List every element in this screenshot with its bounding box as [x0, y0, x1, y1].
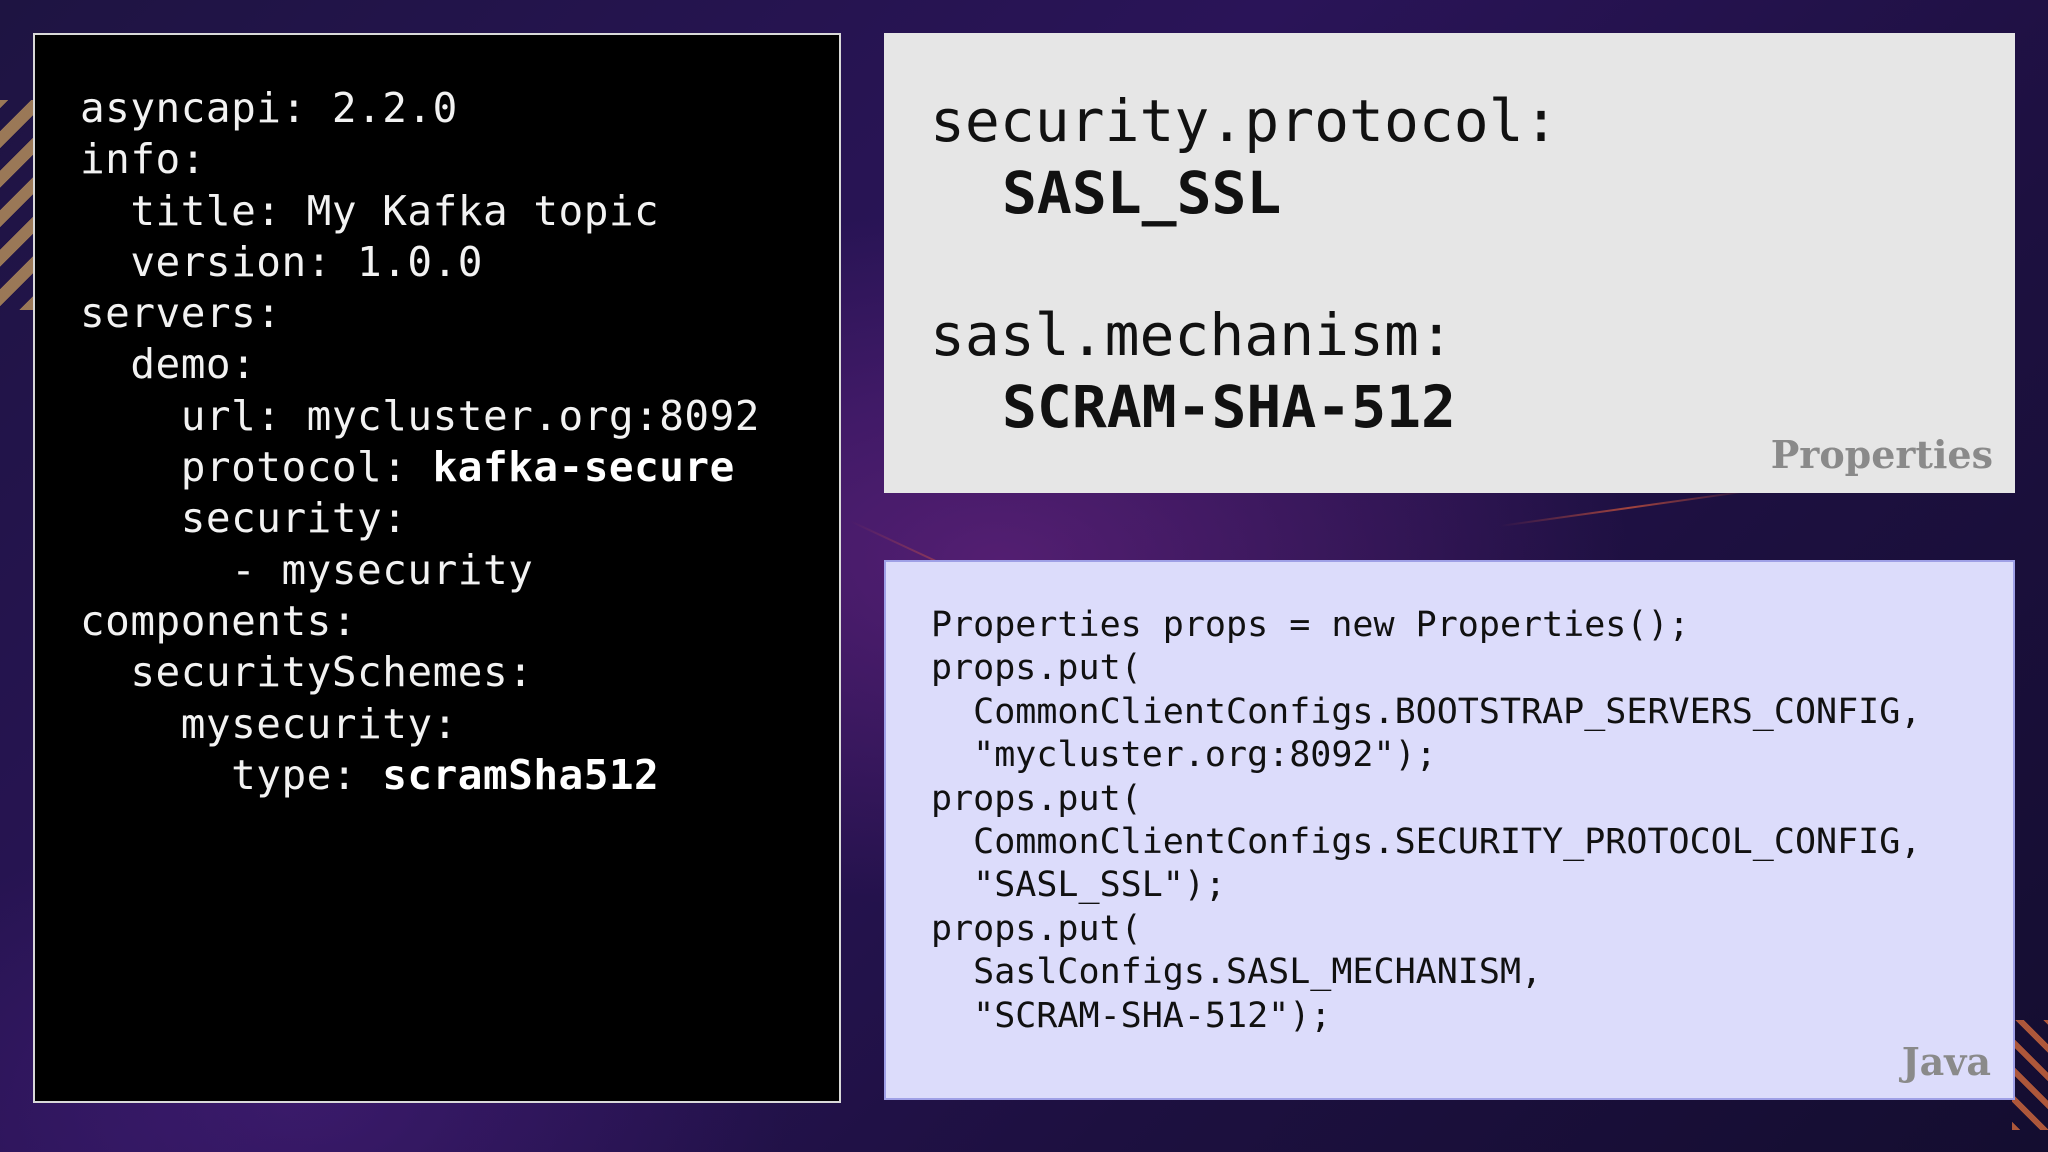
java-line: props.put(	[931, 908, 1142, 949]
yaml-line: securitySchemes:	[130, 648, 534, 697]
java-line: CommonClientConfigs.BOOTSTRAP_SERVERS_CO…	[931, 691, 1922, 732]
type-value: scramSha512	[382, 750, 660, 799]
yaml-line: - mysecurity	[231, 545, 534, 594]
decorative-line	[1499, 488, 1758, 527]
yaml-line: servers:	[80, 289, 282, 338]
asyncapi-yaml-panel: asyncapi: 2.2.0 info: title: My Kafka to…	[33, 33, 841, 1103]
java-line: "SCRAM-SHA-512");	[931, 995, 1332, 1036]
java-line: CommonClientConfigs.SECURITY_PROTOCOL_CO…	[931, 822, 1922, 863]
java-tag: Java	[1901, 1039, 1991, 1084]
yaml-line: mysecurity:	[180, 699, 458, 748]
java-line: props.put(	[931, 648, 1142, 689]
yaml-line: info:	[80, 135, 206, 184]
property-key: sasl.mechanism:	[930, 301, 1454, 369]
yaml-line: asyncapi: 2.2.0	[80, 84, 458, 132]
java-line: SaslConfigs.SASL_MECHANISM,	[931, 952, 1543, 993]
java-code-panel: Properties props = new Properties(); pro…	[884, 560, 2015, 1100]
protocol-value: kafka-secure	[432, 443, 735, 492]
java-line: "SASL_SSL");	[931, 865, 1227, 906]
decorative-stripes-right	[2012, 1020, 2048, 1130]
property-key: security.protocol:	[930, 87, 1559, 155]
yaml-line: components:	[80, 596, 358, 645]
yaml-line: version: 1.0.0	[130, 237, 483, 286]
property-value: SASL_SSL	[1002, 159, 1282, 227]
java-line: props.put(	[931, 778, 1142, 819]
yaml-line: demo:	[130, 340, 257, 389]
kafka-properties-panel: security.protocol: SASL_SSL sasl.mechani…	[884, 33, 2015, 493]
properties-tag: Properties	[1770, 432, 1993, 477]
yaml-line: url: mycluster.org:8092	[180, 391, 760, 440]
yaml-line: title: My Kafka topic	[130, 186, 660, 235]
java-line: Properties props = new Properties();	[931, 605, 1690, 645]
decorative-stripes-left	[0, 100, 36, 310]
java-line: "mycluster.org:8092");	[931, 735, 1437, 776]
yaml-line-protocol: protocol: kafka-secure	[180, 443, 735, 492]
yaml-line: security:	[180, 494, 408, 543]
yaml-line-type: type: scramSha512	[231, 750, 660, 799]
